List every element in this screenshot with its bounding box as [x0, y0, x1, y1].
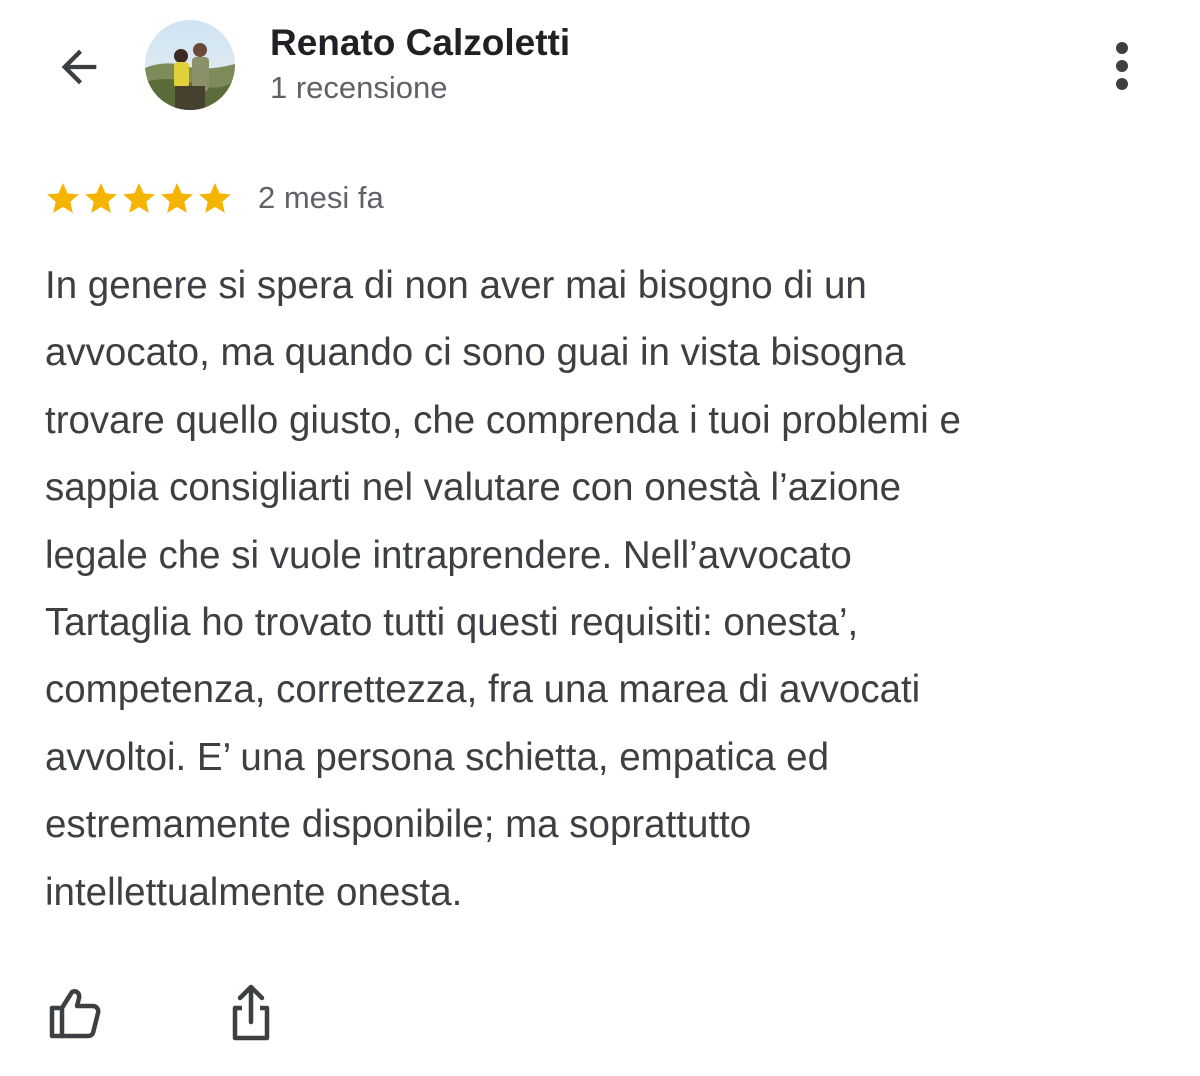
review-text-line: sappia consigliarti nel valutare con one…	[45, 466, 902, 510]
star-icon	[199, 182, 231, 213]
star-icon	[123, 182, 155, 213]
review-text-line: estremamente disponibile; ma soprattutto	[45, 803, 752, 847]
review-text-line: competenza, correttezza, fra una marea d…	[45, 668, 921, 712]
share-button[interactable]	[220, 982, 282, 1044]
arrow-back-icon	[61, 49, 97, 85]
review-text-line: Tartaglia ho trovato tutti questi requis…	[45, 601, 859, 645]
review-time: 2 mesi fa	[258, 180, 384, 215]
star-rating	[44, 179, 234, 217]
review-text-line: avvoltoi. E’ una persona schietta, empat…	[45, 735, 830, 779]
star-icon	[47, 182, 79, 213]
review-header: Renato Calzoletti 1 recensione	[0, 0, 1200, 130]
star-icon	[161, 182, 193, 213]
review-count: 1 recensione	[270, 70, 448, 105]
back-button[interactable]	[50, 38, 108, 96]
share-icon	[232, 984, 270, 1041]
review-text-line: avvocato, ma quando ci sono guai in vist…	[45, 331, 906, 375]
rating-row: 2 mesi fa	[44, 174, 384, 222]
like-button[interactable]	[42, 982, 104, 1044]
review-text: In genere si spera di non aver mai bisog…	[45, 252, 1165, 926]
thumb-up-icon	[49, 989, 101, 1039]
author-name[interactable]: Renato Calzoletti	[270, 22, 570, 64]
avatar[interactable]	[145, 20, 235, 110]
more-vert-icon	[1116, 42, 1128, 90]
review-text-line: intellettualmente onesta.	[45, 870, 463, 914]
review-text-line: In genere si spera di non aver mai bisog…	[45, 264, 867, 307]
review-text-line: legale che si vuole intraprendere. Nell’…	[45, 533, 852, 577]
star-icon	[85, 182, 117, 213]
more-options-button[interactable]	[1098, 36, 1146, 96]
review-text-line: trovare quello giusto, che comprenda i t…	[45, 398, 961, 442]
